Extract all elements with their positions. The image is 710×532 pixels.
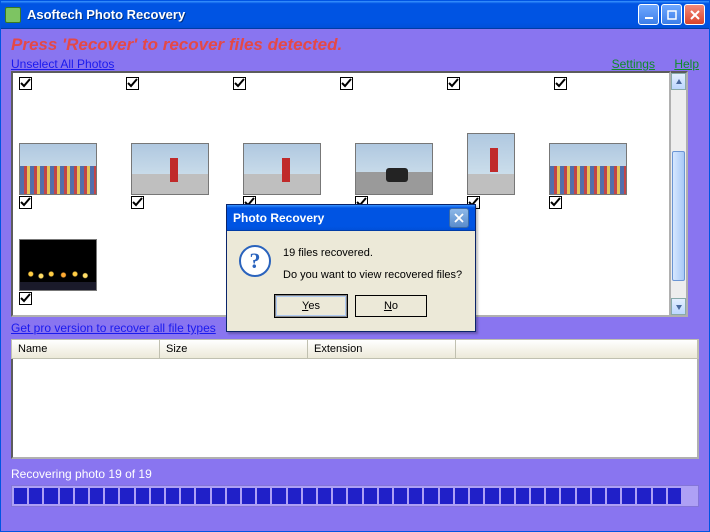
progress-segment bbox=[333, 488, 346, 504]
progress-segment bbox=[348, 488, 361, 504]
app-icon bbox=[5, 7, 21, 23]
recover-dialog: Photo Recovery ? 19 files recovered. Do … bbox=[226, 204, 476, 332]
photo-checkbox[interactable] bbox=[19, 196, 32, 209]
progress-bar bbox=[11, 485, 699, 507]
status-text: Recovering photo 19 of 19 bbox=[11, 467, 699, 481]
progress-segment bbox=[668, 488, 681, 504]
progress-segment bbox=[516, 488, 529, 504]
progress-segment bbox=[546, 488, 559, 504]
photo-thumbnail[interactable] bbox=[549, 143, 627, 195]
photo-checkbox[interactable] bbox=[340, 77, 353, 90]
col-name[interactable]: Name bbox=[12, 340, 160, 358]
table-body bbox=[11, 359, 699, 459]
progress-segment bbox=[288, 488, 301, 504]
progress-segment bbox=[44, 488, 57, 504]
photo-thumbnail[interactable] bbox=[19, 143, 97, 195]
scroll-down-button[interactable] bbox=[671, 298, 686, 315]
progress-segment bbox=[607, 488, 620, 504]
link-row: Unselect All Photos Settings Help bbox=[11, 57, 699, 71]
titlebar: Asoftech Photo Recovery bbox=[1, 1, 709, 29]
photo-checkbox[interactable] bbox=[447, 77, 460, 90]
file-table: Name Size Extension bbox=[11, 339, 699, 459]
yes-button[interactable]: Yes bbox=[275, 295, 347, 317]
progress-segment bbox=[90, 488, 103, 504]
help-link[interactable]: Help bbox=[674, 57, 699, 71]
photo-checkbox[interactable] bbox=[19, 292, 32, 305]
photo-checkbox[interactable] bbox=[19, 77, 32, 90]
progress-segment bbox=[622, 488, 635, 504]
unselect-all-link[interactable]: Unselect All Photos bbox=[11, 57, 114, 71]
progress-segment bbox=[14, 488, 27, 504]
progress-segment bbox=[105, 488, 118, 504]
progress-segment bbox=[196, 488, 209, 504]
dialog-titlebar: Photo Recovery bbox=[227, 205, 475, 231]
progress-segment bbox=[470, 488, 483, 504]
progress-segment bbox=[136, 488, 149, 504]
progress-segment bbox=[379, 488, 392, 504]
progress-segment bbox=[29, 488, 42, 504]
photo-checkbox[interactable] bbox=[233, 77, 246, 90]
close-button[interactable] bbox=[684, 4, 705, 25]
progress-segment bbox=[424, 488, 437, 504]
photo-thumbnail[interactable] bbox=[243, 143, 321, 195]
photo-checkbox[interactable] bbox=[131, 196, 144, 209]
progress-segment bbox=[166, 488, 179, 504]
gallery-scrollbar[interactable] bbox=[671, 71, 688, 317]
main-window: Asoftech Photo Recovery Press 'Recover' … bbox=[0, 0, 710, 532]
scroll-thumb[interactable] bbox=[672, 151, 685, 281]
question-icon: ? bbox=[239, 245, 271, 277]
dialog-title: Photo Recovery bbox=[233, 211, 324, 225]
instruction-text: Press 'Recover' to recover files detecte… bbox=[11, 35, 699, 55]
progress-segment bbox=[303, 488, 316, 504]
minimize-button[interactable] bbox=[638, 4, 659, 25]
progress-segment bbox=[485, 488, 498, 504]
maximize-button[interactable] bbox=[661, 4, 682, 25]
col-blank bbox=[456, 340, 698, 358]
progress-segment bbox=[409, 488, 422, 504]
progress-segment bbox=[227, 488, 240, 504]
col-extension[interactable]: Extension bbox=[308, 340, 456, 358]
progress-segment bbox=[181, 488, 194, 504]
progress-segment bbox=[440, 488, 453, 504]
progress-segment bbox=[364, 488, 377, 504]
pro-version-link[interactable]: Get pro version to recover all file type… bbox=[11, 321, 216, 335]
scroll-up-button[interactable] bbox=[671, 73, 686, 90]
table-header: Name Size Extension bbox=[11, 339, 699, 359]
photo-thumbnail[interactable] bbox=[19, 239, 97, 291]
dialog-message-1: 19 files recovered. bbox=[283, 247, 462, 259]
progress-segment bbox=[151, 488, 164, 504]
progress-segment bbox=[394, 488, 407, 504]
col-size[interactable]: Size bbox=[160, 340, 308, 358]
progress-segment bbox=[455, 488, 468, 504]
progress-segment bbox=[120, 488, 133, 504]
progress-segment bbox=[561, 488, 574, 504]
progress-segment bbox=[60, 488, 73, 504]
progress-segment bbox=[501, 488, 514, 504]
progress-segment bbox=[257, 488, 270, 504]
progress-segment bbox=[272, 488, 285, 504]
progress-segment bbox=[242, 488, 255, 504]
progress-segment bbox=[75, 488, 88, 504]
progress-segment bbox=[653, 488, 666, 504]
progress-segment bbox=[637, 488, 650, 504]
photo-thumbnail[interactable] bbox=[131, 143, 209, 195]
progress-segment bbox=[212, 488, 225, 504]
window-title: Asoftech Photo Recovery bbox=[27, 7, 638, 22]
progress-segment bbox=[683, 488, 696, 504]
photo-checkbox[interactable] bbox=[554, 77, 567, 90]
progress-segment bbox=[577, 488, 590, 504]
photo-thumbnail[interactable] bbox=[355, 143, 433, 195]
settings-link[interactable]: Settings bbox=[612, 57, 655, 71]
progress-segment bbox=[318, 488, 331, 504]
progress-segment bbox=[531, 488, 544, 504]
dialog-close-button[interactable] bbox=[449, 208, 469, 228]
photo-checkbox[interactable] bbox=[549, 196, 562, 209]
photo-thumbnail[interactable] bbox=[467, 133, 515, 195]
no-button[interactable]: No bbox=[355, 295, 427, 317]
dialog-message-2: Do you want to view recovered files? bbox=[283, 269, 462, 281]
photo-checkbox[interactable] bbox=[126, 77, 139, 90]
progress-segment bbox=[592, 488, 605, 504]
